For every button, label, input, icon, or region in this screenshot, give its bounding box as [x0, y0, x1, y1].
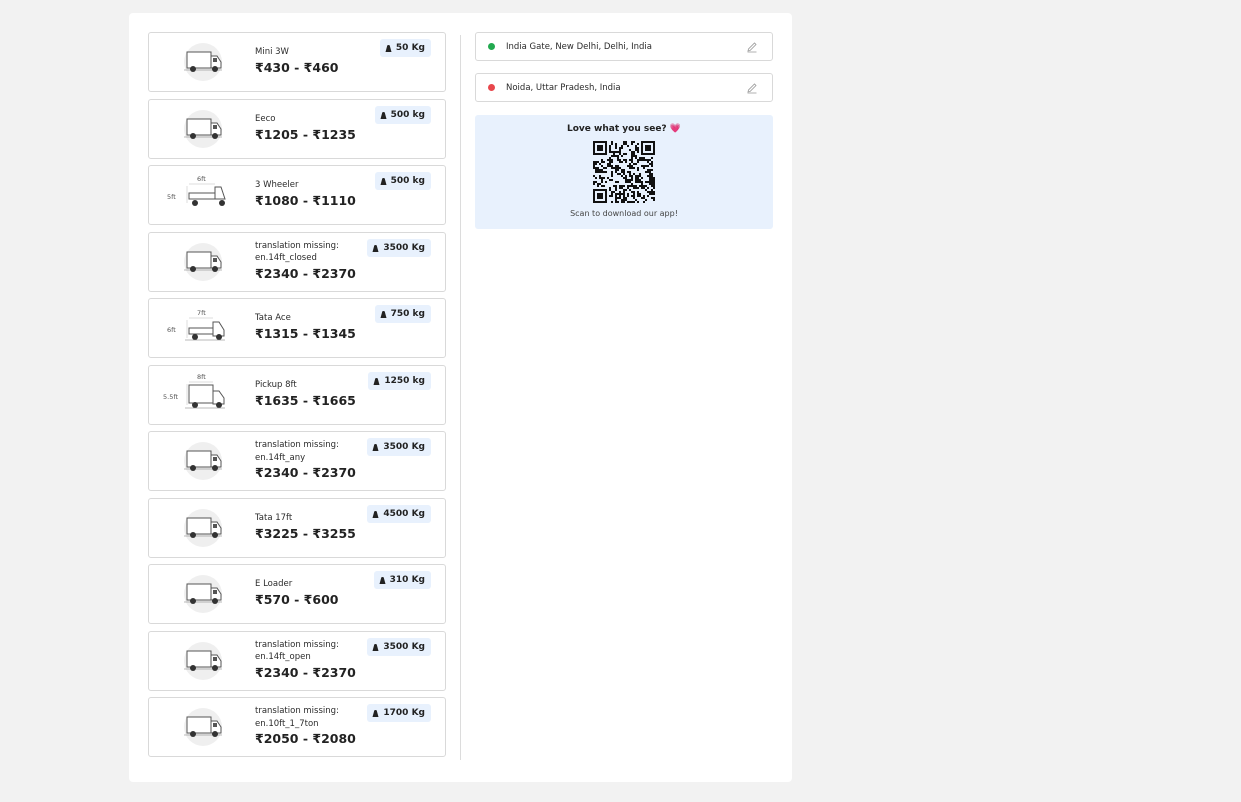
- vehicle-option[interactable]: 7ft 6ft Tata Ace ₹1315 - ₹1345 750 kg: [148, 298, 446, 358]
- weight-icon: [372, 244, 379, 252]
- weight-icon: [380, 311, 387, 318]
- capacity-text: 1250 kg: [384, 375, 425, 386]
- vehicle-name: Tata Ace: [255, 313, 291, 323]
- truck-icon: [184, 508, 222, 547]
- promo-title: Love what you see? 💗: [567, 124, 681, 134]
- capacity-text: 310 Kg: [389, 575, 425, 585]
- vehicle-list: Mini 3W ₹430 - ₹460 50 Kg Eeco ₹1205 - ₹1235…: [148, 32, 446, 764]
- capacity-badge: 500 kg: [374, 105, 431, 124]
- capacity-badge: 50 Kg: [379, 39, 431, 57]
- vehicle-option[interactable]: translation missing: en.14ft_any ₹2340 - …: [148, 431, 446, 491]
- vehicle-price: ₹1205 - ₹1235: [255, 126, 356, 142]
- booking-card: Mini 3W ₹430 - ₹460 50 Kg Eeco ₹1205 - ₹1235…: [129, 13, 792, 782]
- capacity-text: 4500 Kg: [383, 508, 425, 519]
- vehicle-name: translation missing: en.14ft_closed: [255, 240, 339, 264]
- vehicle-name: translation missing: en.10ft_1_7ton: [255, 706, 339, 729]
- capacity-text: 750 kg: [390, 309, 425, 319]
- svg-text:6ft: 6ft: [167, 326, 176, 334]
- vehicle-option[interactable]: 6ft 5ft 3 Wheeler ₹1080 - ₹1110 500 kg: [148, 165, 446, 225]
- weight-icon: [372, 444, 379, 451]
- truck-icon: [184, 43, 222, 81]
- vehicle-option[interactable]: translation missing: en.14ft_open ₹2340 -…: [148, 630, 446, 691]
- capacity-text: 500 kg: [390, 109, 425, 120]
- capacity-text: 50 Kg: [395, 43, 425, 53]
- capacity-badge: 4500 Kg: [367, 504, 431, 523]
- truck-icon: 6ft 5ft: [167, 173, 227, 217]
- drop-dot-icon: [488, 84, 495, 91]
- vehicle-price: ₹2340 - ₹2370: [255, 465, 356, 480]
- vehicle-option[interactable]: Tata 17ft ₹3225 - ₹3255 4500 Kg: [148, 497, 446, 558]
- vehicle-name: Eeco: [255, 113, 276, 124]
- vehicle-price: ₹430 - ₹460: [255, 60, 339, 75]
- vehicle-price: ₹1080 - ₹1110: [255, 193, 356, 208]
- weight-icon: [372, 510, 379, 518]
- svg-text:5ft: 5ft: [167, 193, 176, 201]
- weight-icon: [380, 178, 387, 185]
- capacity-text: 3500 Kg: [383, 242, 425, 253]
- edit-pencil-icon[interactable]: [746, 82, 758, 94]
- capacity-text: 500 kg: [390, 176, 425, 186]
- vehicle-name: E Loader: [255, 579, 293, 589]
- capacity-badge: 310 Kg: [373, 571, 431, 589]
- drop-location-text: Noida, Uttar Pradesh, India: [506, 82, 621, 93]
- vehicle-name: translation missing: en.14ft_any: [255, 440, 339, 463]
- vehicle-price: ₹2340 - ₹2370: [255, 664, 356, 680]
- capacity-badge: 3500 Kg: [367, 238, 431, 257]
- svg-text:6ft: 6ft: [197, 175, 206, 183]
- truck-icon: [184, 708, 222, 746]
- vehicle-name: 3 Wheeler: [255, 180, 299, 190]
- promo-subtitle: Scan to download our app!: [570, 209, 678, 218]
- capacity-badge: 3500 Kg: [367, 637, 431, 656]
- vehicle-price: ₹570 - ₹600: [255, 592, 339, 607]
- capacity-badge: 1700 Kg: [367, 704, 431, 722]
- vehicle-price: ₹1315 - ₹1345: [255, 326, 356, 341]
- vehicle-price: ₹1635 - ₹1665: [255, 392, 356, 408]
- vehicle-name: translation missing: en.14ft_open: [255, 639, 339, 663]
- capacity-badge: 500 kg: [374, 172, 431, 190]
- vehicle-option[interactable]: Mini 3W ₹430 - ₹460 50 Kg: [148, 32, 446, 92]
- weight-icon: [372, 643, 379, 651]
- svg-text:5.5ft: 5.5ft: [163, 393, 179, 401]
- truck-icon: [184, 442, 222, 480]
- app-download-promo: Love what you see? 💗 Scan to download ou…: [475, 115, 773, 229]
- vehicle-name: Pickup 8ft: [255, 379, 297, 390]
- vehicle-option[interactable]: Eeco ₹1205 - ₹1235 500 kg: [148, 98, 446, 159]
- truck-icon: [184, 242, 222, 281]
- vehicle-option[interactable]: 8ft 5.5ft Pickup 8ft ₹1635 - ₹1665 1250 kg: [148, 364, 446, 425]
- truck-icon: [184, 109, 222, 148]
- truck-icon: 8ft 5.5ft: [163, 372, 227, 417]
- qr-code-icon: [593, 141, 655, 203]
- vehicle-price: ₹3225 - ₹3255: [255, 525, 356, 541]
- capacity-badge: 750 kg: [374, 305, 431, 323]
- svg-text:7ft: 7ft: [197, 309, 206, 317]
- vehicle-price: ₹2050 - ₹2080: [255, 731, 356, 746]
- weight-icon: [372, 710, 379, 717]
- vehicle-price: ₹2340 - ₹2370: [255, 265, 356, 281]
- capacity-text: 3500 Kg: [383, 442, 425, 452]
- edit-pencil-icon[interactable]: [746, 41, 758, 53]
- weight-icon: [385, 45, 392, 52]
- truck-icon: [184, 641, 222, 680]
- pickup-location-field[interactable]: India Gate, New Delhi, Delhi, India: [475, 32, 773, 61]
- vehicle-option[interactable]: translation missing: en.10ft_1_7ton ₹2050…: [148, 697, 446, 757]
- capacity-badge: 3500 Kg: [367, 438, 431, 456]
- truck-icon: [184, 575, 222, 613]
- divider: [460, 35, 461, 760]
- drop-location-field[interactable]: Noida, Uttar Pradesh, India: [475, 73, 773, 102]
- capacity-badge: 1250 kg: [368, 371, 431, 390]
- weight-icon: [373, 377, 380, 385]
- capacity-text: 3500 Kg: [383, 641, 425, 652]
- vehicle-name: Mini 3W: [255, 47, 289, 57]
- pickup-location-text: India Gate, New Delhi, Delhi, India: [506, 41, 653, 52]
- pickup-dot-icon: [488, 43, 495, 50]
- weight-icon: [380, 111, 387, 119]
- truck-icon: 7ft 6ft: [167, 306, 227, 350]
- weight-icon: [379, 577, 386, 584]
- vehicle-name: Tata 17ft: [255, 512, 293, 523]
- vehicle-option[interactable]: E Loader ₹570 - ₹600 310 Kg: [148, 564, 446, 624]
- vehicle-option[interactable]: translation missing: en.14ft_closed ₹2340…: [148, 231, 446, 292]
- capacity-text: 1700 Kg: [383, 708, 425, 718]
- svg-text:8ft: 8ft: [197, 373, 206, 381]
